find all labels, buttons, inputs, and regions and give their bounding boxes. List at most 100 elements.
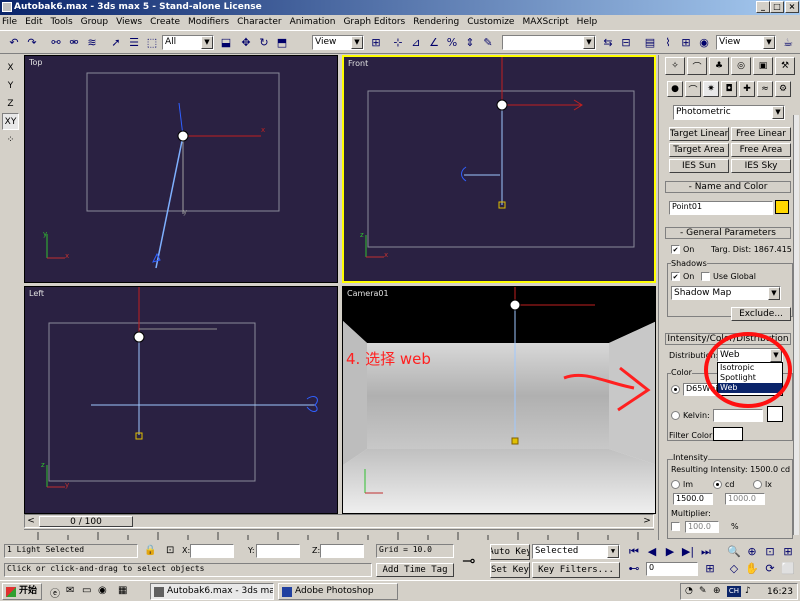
cameras-icon[interactable]: ◘ xyxy=(721,81,737,97)
app-icon[interactable] xyxy=(2,2,12,12)
z-coord-field[interactable] xyxy=(320,544,364,558)
select-move-icon[interactable]: ✥ xyxy=(238,35,254,50)
chevron-down-icon[interactable]: ▼ xyxy=(351,36,363,49)
modify-tab-icon[interactable]: ⌒ xyxy=(687,57,707,75)
use-global-checkbox[interactable] xyxy=(701,272,710,281)
schematic-view-icon[interactable]: ⊞ xyxy=(678,35,694,50)
light-category-dropdown[interactable]: Photometric ▼ xyxy=(673,105,785,120)
percent-snap-icon[interactable]: % xyxy=(444,35,460,50)
pivot-center-icon[interactable]: ⊞ xyxy=(368,35,384,50)
menu-edit[interactable]: Edit xyxy=(25,17,42,27)
start-button[interactable]: 开始 xyxy=(2,583,42,600)
select-link-icon[interactable]: ⚯ xyxy=(48,35,64,50)
chevron-down-icon[interactable]: ▼ xyxy=(583,36,595,49)
next-frame-icon[interactable]: ▶| xyxy=(680,544,696,559)
render-view-dropdown[interactable]: View ▼ xyxy=(716,35,776,50)
select-by-name-icon[interactable]: ☰ xyxy=(126,35,142,50)
axis-snap-icon[interactable]: ⁘ xyxy=(2,131,19,148)
axis-xy-button[interactable]: XY xyxy=(2,113,19,130)
unit-lx-radio[interactable] xyxy=(753,480,762,489)
lock-selection-icon[interactable]: 🔒 xyxy=(144,545,156,556)
align-icon[interactable]: ⊟ xyxy=(618,35,634,50)
select-scale-icon[interactable]: ⬒ xyxy=(274,35,290,50)
time-slider-left-icon[interactable]: < xyxy=(25,515,37,527)
helpers-icon[interactable]: ✚ xyxy=(739,81,755,97)
previous-frame-icon[interactable]: ◀ xyxy=(644,544,660,559)
tray-icon-2[interactable]: ✎ xyxy=(699,586,707,596)
lights-icon[interactable]: ✷ xyxy=(703,81,719,97)
object-name-field[interactable]: Point01 xyxy=(669,201,773,215)
angle-snap-icon[interactable]: ∠ xyxy=(426,35,442,50)
shadows-on-checkbox[interactable]: ✔ xyxy=(671,272,680,281)
absolute-mode-icon[interactable]: ⊡ xyxy=(166,545,174,556)
menu-graph-editors[interactable]: Graph Editors xyxy=(343,17,405,27)
color-preset-radio[interactable] xyxy=(671,385,680,394)
general-parameters-rollout-header[interactable]: - General Parameters xyxy=(665,227,791,239)
tray-icon-1[interactable]: ◔ xyxy=(685,586,693,596)
filter-color-swatch[interactable] xyxy=(713,427,743,441)
snap-toggle-icon[interactable]: ⊿ xyxy=(408,35,424,50)
key-icon[interactable]: ⊸ xyxy=(462,551,475,570)
desktop-icon[interactable]: ▭ xyxy=(82,585,91,596)
maximize-viewport-icon[interactable]: ⬜ xyxy=(780,561,796,576)
redo-icon[interactable]: ↷ xyxy=(24,35,40,50)
tray-icon-3[interactable]: ⊕ xyxy=(713,586,721,596)
field-of-view-icon[interactable]: ◇ xyxy=(726,561,742,576)
axis-y-button[interactable]: Y xyxy=(2,77,19,94)
geometry-icon[interactable]: ● xyxy=(667,81,683,97)
spinner-snap-icon[interactable]: ⇕ xyxy=(462,35,478,50)
time-slider-right-icon[interactable]: > xyxy=(641,515,653,527)
select-object-icon[interactable]: ➚ xyxy=(108,35,124,50)
arc-rotate-icon[interactable]: ⟳ xyxy=(762,561,778,576)
mirror-icon[interactable]: ⇆ xyxy=(600,35,616,50)
curve-editor-icon[interactable]: ⌇ xyxy=(660,35,676,50)
intensity-lux-field[interactable]: 1000.0 xyxy=(725,493,765,505)
maximize-button[interactable]: □ xyxy=(770,1,784,13)
menu-animation[interactable]: Animation xyxy=(290,17,336,27)
utilities-tab-icon[interactable]: ⚒ xyxy=(775,57,795,75)
track-bar[interactable] xyxy=(24,529,654,541)
viewport-top[interactable]: Top x y y x xyxy=(24,55,338,283)
outlook-icon[interactable]: ✉ xyxy=(66,585,74,596)
auto-key-button[interactable]: Auto Key xyxy=(490,544,530,560)
intensity-value-field[interactable]: 1500.0 xyxy=(673,493,713,505)
light-on-checkbox[interactable]: ✔ xyxy=(671,245,680,254)
viewport-label[interactable]: Camera01 xyxy=(347,289,389,298)
free-linear-button[interactable]: Free Linear xyxy=(731,127,791,141)
create-tab-icon[interactable]: ✧ xyxy=(665,57,685,75)
named-selection-dropdown[interactable]: ▼ xyxy=(502,35,596,50)
time-config-icon[interactable]: ⊞ xyxy=(702,561,718,576)
key-mode-dropdown[interactable]: Selected ▼ xyxy=(532,544,620,559)
task-photoshop[interactable]: Adobe Photoshop xyxy=(278,583,398,600)
menu-rendering[interactable]: Rendering xyxy=(413,17,459,27)
quick-render-icon[interactable]: ☕ xyxy=(780,35,796,50)
key-mode-toggle-icon[interactable]: ⊷ xyxy=(626,561,642,576)
title-bar[interactable]: Autobak6.max - 3ds max 5 - Stand-alone L… xyxy=(0,0,800,15)
task-3dsmax[interactable]: Autobak6.max - 3ds max ... xyxy=(150,583,274,600)
object-color-swatch[interactable] xyxy=(775,200,789,214)
named-selection-icon[interactable]: ✎ xyxy=(480,35,496,50)
space-warps-icon[interactable]: ≈ xyxy=(757,81,773,97)
time-slider-thumb[interactable]: 0 / 100 xyxy=(39,516,133,527)
layer-manager-icon[interactable]: ▤ xyxy=(642,35,658,50)
shapes-icon[interactable]: ⌒ xyxy=(685,81,701,97)
reference-coord-dropdown[interactable]: View ▼ xyxy=(312,35,364,50)
zoom-icon[interactable]: 🔍 xyxy=(726,544,742,559)
zoom-extents-icon[interactable]: ⊡ xyxy=(762,544,778,559)
chevron-down-icon[interactable]: ▼ xyxy=(201,36,213,49)
play-icon[interactable]: ▶ xyxy=(662,544,678,559)
ies-sun-button[interactable]: IES Sun xyxy=(669,159,729,173)
rectangular-selection-icon[interactable]: ⬚ xyxy=(144,35,160,50)
menu-maxscript[interactable]: MAXScript xyxy=(522,17,568,27)
ies-sky-button[interactable]: IES Sky xyxy=(731,159,791,173)
unlink-icon[interactable]: ⚮ xyxy=(66,35,82,50)
go-to-end-icon[interactable]: ⏭ xyxy=(698,544,714,559)
multiplier-checkbox[interactable] xyxy=(671,522,680,531)
menu-file[interactable]: File xyxy=(2,17,17,27)
menu-create[interactable]: Create xyxy=(150,17,180,27)
name-color-rollout-header[interactable]: - Name and Color xyxy=(665,181,791,193)
display-tab-icon[interactable]: ▣ xyxy=(753,57,773,75)
undo-icon[interactable]: ↶ xyxy=(6,35,22,50)
menu-character[interactable]: Character xyxy=(237,17,281,27)
select-rotate-icon[interactable]: ↻ xyxy=(256,35,272,50)
